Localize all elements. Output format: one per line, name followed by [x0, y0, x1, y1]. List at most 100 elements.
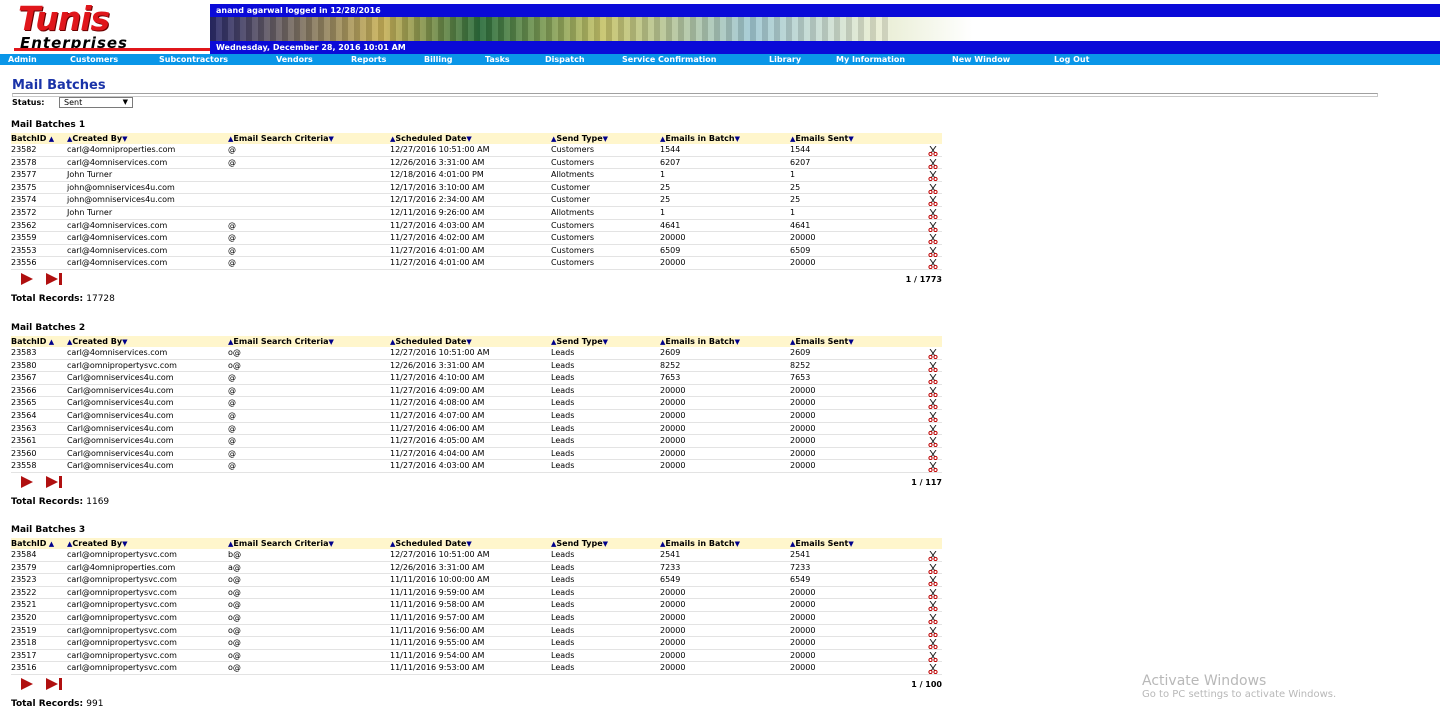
col-header-emails-sent[interactable]: ▲Emails Sent▼	[790, 337, 854, 346]
sort-descending-icon[interactable]: ▼	[735, 135, 740, 143]
delete-scissors-icon[interactable]	[928, 626, 938, 637]
delete-scissors-icon[interactable]	[928, 145, 938, 157]
sort-ascending-icon[interactable]: ▲	[46, 338, 54, 346]
col-header-batch-id[interactable]: BatchID ▲	[11, 134, 54, 143]
table-row[interactable]: 23562 carl@4omniservices.com @11/27/2016 4…	[11, 220, 942, 233]
delete-scissors-icon[interactable]	[928, 246, 938, 257]
delete-scissors-icon[interactable]	[928, 183, 938, 194]
last-page-icon[interactable]	[44, 273, 64, 285]
col-header-emails-sent[interactable]: ▲Emails Sent▼	[790, 134, 854, 143]
table-row[interactable]: 23516 carl@omnipropertysvc.com o@ 11/11/201…	[11, 662, 942, 675]
table-row[interactable]: 23520 carl@omnipropertysvc.com o@ 11/11/201…	[11, 612, 942, 625]
next-page-icon[interactable]	[19, 678, 39, 690]
delete-scissors-icon[interactable]	[928, 196, 938, 207]
table-row[interactable]: 23521 carl@omnipropertysvc.com o@ 11/11/201…	[11, 599, 942, 612]
delete-scissors-icon[interactable]	[928, 588, 938, 599]
table-row[interactable]: 23517 carl@omnipropertysvc.com o@ 11/11/201…	[11, 650, 942, 663]
sort-descending-icon[interactable]: ▼	[329, 338, 334, 346]
table-row[interactable]: 23561 Carl@omniservices4u.com @11/27/2016 …	[11, 435, 942, 448]
col-header-batch-id[interactable]: BatchID ▲	[11, 337, 54, 346]
delete-scissors-icon[interactable]	[928, 233, 938, 245]
delete-scissors-icon[interactable]	[928, 170, 938, 182]
table-row[interactable]: 23518 carl@omnipropertysvc.com o@ 11/11/201…	[11, 637, 942, 650]
table-row[interactable]: 23584 carl@omnipropertysvc.com b@ 12/27/201…	[11, 549, 942, 562]
table-row[interactable]: 23563 Carl@omniservices4u.com @11/27/2016 …	[11, 423, 942, 436]
nav-service-confirmation[interactable]: Service Confirmation	[622, 55, 716, 64]
nav-billing[interactable]: Billing	[424, 55, 453, 64]
status-select[interactable]: Sent ▼	[59, 97, 133, 108]
last-page-icon[interactable]	[44, 678, 64, 690]
table-row[interactable]: 23553 carl@4omniservices.com @11/27/2016 4…	[11, 245, 942, 258]
col-header-created-by[interactable]: ▲Created By▼	[67, 337, 128, 346]
nav-library[interactable]: Library	[769, 55, 801, 64]
sort-descending-icon[interactable]: ▼	[848, 540, 853, 548]
col-header-send-type[interactable]: ▲Send Type▼	[551, 134, 608, 143]
delete-scissors-icon[interactable]	[928, 601, 938, 612]
col-header-email-search-criteria[interactable]: ▲Email Search Criteria▼	[228, 337, 334, 346]
delete-scissors-icon[interactable]	[928, 436, 938, 448]
table-row[interactable]: 23522 carl@omnipropertysvc.com o@ 11/11/201…	[11, 587, 942, 600]
sort-descending-icon[interactable]: ▼	[329, 135, 334, 143]
table-row[interactable]: 23559 carl@4omniservices.com @11/27/2016 4…	[11, 232, 942, 245]
col-header-batch-id[interactable]: BatchID ▲	[11, 539, 54, 548]
table-row[interactable]: 23566 Carl@omniservices4u.com @11/27/2016 …	[11, 385, 942, 398]
nav-new-window[interactable]: New Window	[952, 55, 1010, 64]
table-row[interactable]: 23523 carl@omnipropertysvc.com o@ 11/11/201…	[11, 574, 942, 587]
sort-descending-icon[interactable]: ▼	[329, 540, 334, 548]
nav-my-information[interactable]: My Information	[836, 55, 905, 64]
table-row[interactable]: 23580 carl@omnipropertysvc.com o@ 12/26/201…	[11, 360, 942, 373]
delete-scissors-icon[interactable]	[928, 449, 938, 460]
delete-scissors-icon[interactable]	[928, 361, 938, 372]
sort-descending-icon[interactable]: ▼	[603, 135, 608, 143]
table-row[interactable]: 23578 carl@4omniservices.com @12/26/2016 3…	[11, 157, 942, 170]
table-row[interactable]: 23574 john@omniservices4u.com 12/17/2016 2…	[11, 194, 942, 207]
table-row[interactable]: 23519 carl@omnipropertysvc.com o@ 11/11/201…	[11, 625, 942, 638]
nav-tasks[interactable]: Tasks	[485, 55, 510, 64]
sort-descending-icon[interactable]: ▼	[122, 338, 127, 346]
delete-scissors-icon[interactable]	[928, 563, 938, 574]
col-header-emails-in-batch[interactable]: ▲Emails in Batch▼	[660, 539, 740, 548]
table-row[interactable]: 23577 John Turner 12/18/2016 4:01:00 PM All…	[11, 169, 942, 182]
col-header-scheduled-date[interactable]: ▲Scheduled Date▼	[390, 134, 472, 143]
nav-admin[interactable]: Admin	[8, 55, 37, 64]
sort-descending-icon[interactable]: ▼	[122, 135, 127, 143]
delete-scissors-icon[interactable]	[928, 411, 938, 423]
table-row[interactable]: 23567 Carl@omniservices4u.com @11/27/2016 …	[11, 372, 942, 385]
delete-scissors-icon[interactable]	[928, 221, 938, 232]
delete-scissors-icon[interactable]	[928, 575, 938, 587]
sort-descending-icon[interactable]: ▼	[603, 540, 608, 548]
delete-scissors-icon[interactable]	[928, 424, 938, 435]
table-row[interactable]: 23556 carl@4omniservices.com @11/27/2016 4…	[11, 257, 942, 270]
sort-descending-icon[interactable]: ▼	[848, 135, 853, 143]
table-row[interactable]: 23583 carl@4omniservices.com o@ 12/27/2016 …	[11, 347, 942, 360]
delete-scissors-icon[interactable]	[928, 613, 938, 625]
delete-scissors-icon[interactable]	[928, 399, 938, 410]
delete-scissors-icon[interactable]	[928, 259, 938, 270]
nav-subcontractors[interactable]: Subcontractors	[159, 55, 228, 64]
nav-reports[interactable]: Reports	[351, 55, 386, 64]
sort-descending-icon[interactable]: ▼	[466, 135, 471, 143]
table-row[interactable]: 23558 Carl@omniservices4u.com @11/27/2016 …	[11, 460, 942, 473]
col-header-created-by[interactable]: ▲Created By▼	[67, 539, 128, 548]
sort-ascending-icon[interactable]: ▲	[46, 135, 54, 143]
col-header-send-type[interactable]: ▲Send Type▼	[551, 337, 608, 346]
delete-scissors-icon[interactable]	[928, 664, 938, 675]
table-row[interactable]: 23582 carl@4omniproperties.com @12/27/2016…	[11, 144, 942, 157]
nav-customers[interactable]: Customers	[70, 55, 118, 64]
col-header-email-search-criteria[interactable]: ▲Email Search Criteria▼	[228, 539, 334, 548]
col-header-scheduled-date[interactable]: ▲Scheduled Date▼	[390, 337, 472, 346]
nav-log-out[interactable]: Log Out	[1054, 55, 1089, 64]
table-row[interactable]: 23565 Carl@omniservices4u.com @11/27/2016 …	[11, 397, 942, 410]
sort-descending-icon[interactable]: ▼	[466, 338, 471, 346]
delete-scissors-icon[interactable]	[928, 651, 938, 662]
sort-descending-icon[interactable]: ▼	[848, 338, 853, 346]
col-header-scheduled-date[interactable]: ▲Scheduled Date▼	[390, 539, 472, 548]
delete-scissors-icon[interactable]	[928, 638, 938, 650]
delete-scissors-icon[interactable]	[928, 348, 938, 360]
sort-ascending-icon[interactable]: ▲	[46, 540, 54, 548]
nav-vendors[interactable]: Vendors	[276, 55, 313, 64]
col-header-emails-sent[interactable]: ▲Emails Sent▼	[790, 539, 854, 548]
col-header-emails-in-batch[interactable]: ▲Emails in Batch▼	[660, 337, 740, 346]
table-row[interactable]: 23575 john@omniservices4u.com 12/17/2016 3…	[11, 182, 942, 195]
delete-scissors-icon[interactable]	[928, 373, 938, 385]
